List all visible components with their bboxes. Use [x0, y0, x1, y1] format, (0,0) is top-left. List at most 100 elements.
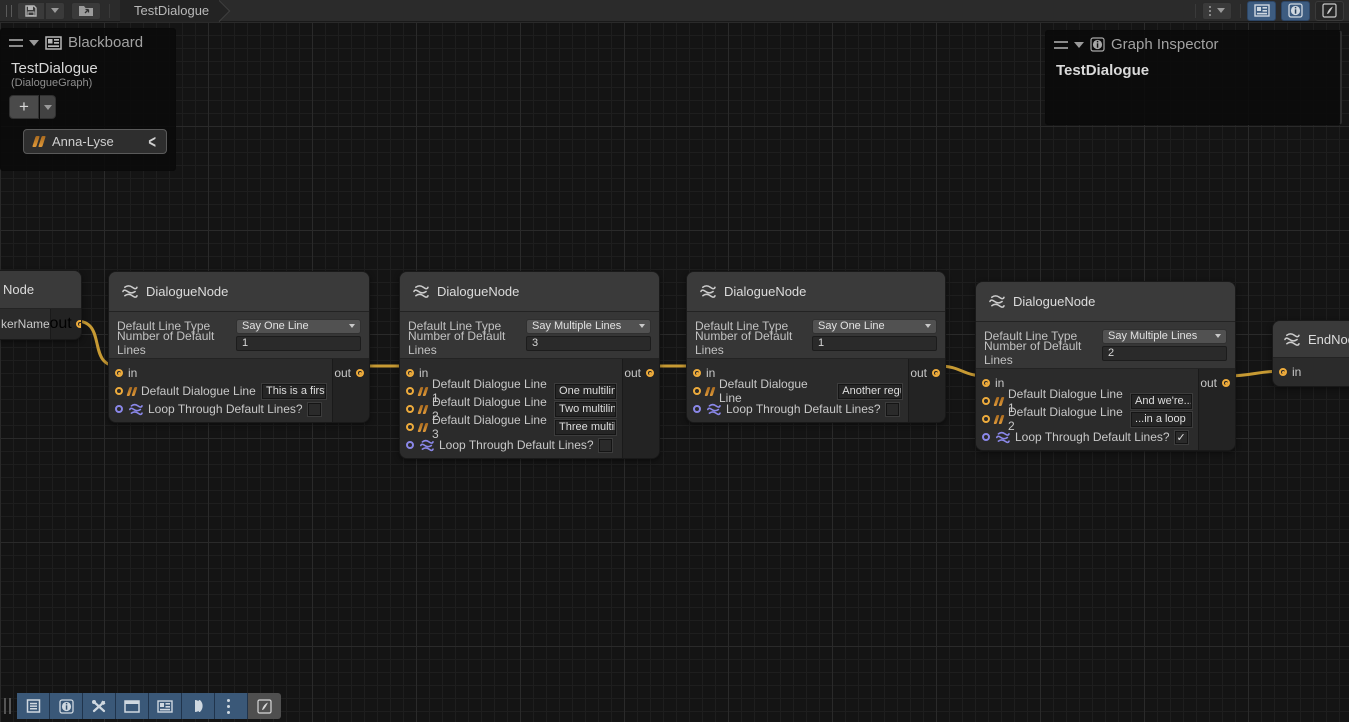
input-value: And we're... — [1135, 395, 1192, 407]
overflow-menu-button[interactable] — [1202, 2, 1232, 20]
loop-port[interactable] — [982, 433, 990, 441]
input-port[interactable] — [982, 379, 990, 387]
loop-checkbox[interactable] — [886, 403, 899, 416]
out-port-label: out — [910, 366, 927, 380]
loop-port[interactable] — [115, 405, 123, 413]
line-port[interactable] — [982, 415, 990, 423]
graph-tab[interactable]: TestDialogue — [120, 0, 219, 22]
quote-icon — [128, 387, 136, 396]
out-port-label: out — [49, 315, 71, 333]
quill-icon — [1322, 3, 1337, 18]
line-type-dropdown[interactable]: Say One Line — [236, 319, 361, 334]
output-port[interactable] — [356, 369, 364, 377]
blackboard-property-anna-lyse[interactable]: Anna-Lyse < — [23, 129, 167, 154]
quote-icon — [995, 415, 1003, 424]
input-port[interactable] — [115, 369, 123, 377]
dialogue-line-input[interactable]: Two multiline — [555, 402, 616, 417]
chevron-down-icon — [925, 324, 931, 328]
in-port-label: in — [706, 366, 715, 380]
default-lines-count-input[interactable]: 3 — [526, 336, 651, 351]
overflow-menu-button[interactable] — [215, 693, 248, 719]
toolbar-drag-handle[interactable] — [4, 698, 11, 714]
add-property-dropdown[interactable] — [40, 95, 56, 119]
dialogue-line-input[interactable]: ...in a loop — [1131, 412, 1192, 427]
field-label: Number of Default Lines — [117, 329, 236, 357]
inspector-button[interactable] — [50, 693, 83, 719]
flow-button[interactable] — [182, 693, 215, 719]
graph-canvas[interactable]: Node kerName out DialogueNode Default Li… — [0, 22, 1349, 722]
loop-icon — [128, 403, 143, 416]
input-value: ...in a loop — [1135, 413, 1186, 425]
node-dialogue-1[interactable]: DialogueNode Default Line Type Say One L… — [108, 271, 370, 423]
toggle-preview-button[interactable] — [1315, 1, 1344, 21]
collapse-caret-icon[interactable] — [1074, 42, 1084, 48]
chevron-down-icon — [1217, 8, 1225, 13]
toolbar-separator — [1240, 4, 1241, 18]
output-port[interactable] — [932, 369, 940, 377]
save-button[interactable] — [17, 2, 45, 20]
line-type-dropdown[interactable]: Say One Line — [812, 319, 937, 334]
save-options-dropdown[interactable] — [45, 2, 65, 20]
node-dialogue-3[interactable]: DialogueNode Default Line Type Say One L… — [686, 271, 946, 423]
node-dialogue-4[interactable]: DialogueNode Default Line Type Say Multi… — [975, 281, 1236, 451]
default-lines-count-input[interactable]: 2 — [1102, 346, 1227, 361]
dialogue-line-input[interactable]: Another regu — [838, 384, 902, 399]
tools-icon — [91, 699, 107, 714]
line-port[interactable] — [406, 405, 414, 413]
default-lines-count-input[interactable]: 1 — [236, 336, 361, 351]
node-start-partial[interactable]: Node kerName out — [0, 270, 82, 340]
graph-inspector-panel[interactable]: Graph Inspector TestDialogue — [1045, 30, 1342, 125]
window-button[interactable] — [116, 693, 149, 719]
open-asset-button[interactable] — [71, 2, 101, 20]
quill-button[interactable] — [248, 693, 281, 719]
out-port-label: out — [624, 366, 641, 380]
output-port[interactable] — [1222, 379, 1230, 387]
tools-button[interactable] — [83, 693, 116, 719]
hamburger-icon[interactable] — [1054, 41, 1068, 49]
line-port[interactable] — [982, 397, 990, 405]
line-port[interactable] — [406, 423, 414, 431]
node-end[interactable]: EndNode in — [1272, 320, 1349, 387]
default-lines-count-input[interactable]: 1 — [812, 336, 937, 351]
dialogue-node-icon — [988, 294, 1005, 309]
chevron-down-icon — [51, 8, 59, 13]
line-port[interactable] — [693, 387, 701, 395]
toggle-inspector-button[interactable] — [1281, 1, 1310, 21]
in-port-label: in — [419, 366, 428, 380]
dialogue-line-input[interactable]: And we're... — [1131, 394, 1192, 409]
notes-button[interactable] — [17, 693, 50, 719]
loop-checkbox[interactable]: ✓ — [1175, 431, 1188, 444]
line-port[interactable] — [115, 387, 123, 395]
line-port[interactable] — [406, 387, 414, 395]
input-port[interactable] — [1279, 368, 1287, 376]
line-type-dropdown[interactable]: Say Multiple Lines — [526, 319, 651, 334]
hamburger-icon[interactable] — [9, 39, 23, 47]
collapse-caret-icon[interactable] — [29, 40, 39, 46]
loop-checkbox[interactable] — [599, 439, 612, 452]
toolbar-separator — [109, 4, 110, 18]
add-property-button[interactable]: + — [9, 95, 39, 119]
bottom-toolbar — [4, 692, 281, 720]
toggle-blackboard-button[interactable] — [1247, 1, 1276, 21]
input-value: 1 — [242, 337, 248, 349]
node-dialogue-2[interactable]: DialogueNode Default Line Type Say Multi… — [399, 271, 660, 459]
loop-port[interactable] — [406, 441, 414, 449]
collapse-chevron[interactable]: < — [148, 131, 156, 152]
line-type-dropdown[interactable]: Say Multiple Lines — [1102, 329, 1227, 344]
dialogue-node-icon — [699, 284, 716, 299]
dialogue-line-input[interactable]: Three multilin — [555, 420, 616, 435]
toolbar-drag-handle[interactable] — [6, 5, 12, 17]
input-port[interactable] — [693, 369, 701, 377]
loop-checkbox[interactable] — [308, 403, 321, 416]
dialogue-line-input[interactable]: This is a first — [262, 384, 326, 399]
output-port[interactable] — [646, 369, 654, 377]
input-value: Three multilin — [559, 421, 616, 433]
input-port[interactable] — [406, 369, 414, 377]
loop-port[interactable] — [693, 405, 701, 413]
output-port[interactable] — [76, 320, 82, 328]
blackboard-icon — [157, 700, 173, 713]
quote-icon — [419, 423, 427, 432]
blackboard-button[interactable] — [149, 693, 182, 719]
blackboard-panel[interactable]: Blackboard TestDialogue (DialogueGraph) … — [0, 28, 176, 171]
dialogue-line-input[interactable]: One multiline — [555, 384, 616, 399]
